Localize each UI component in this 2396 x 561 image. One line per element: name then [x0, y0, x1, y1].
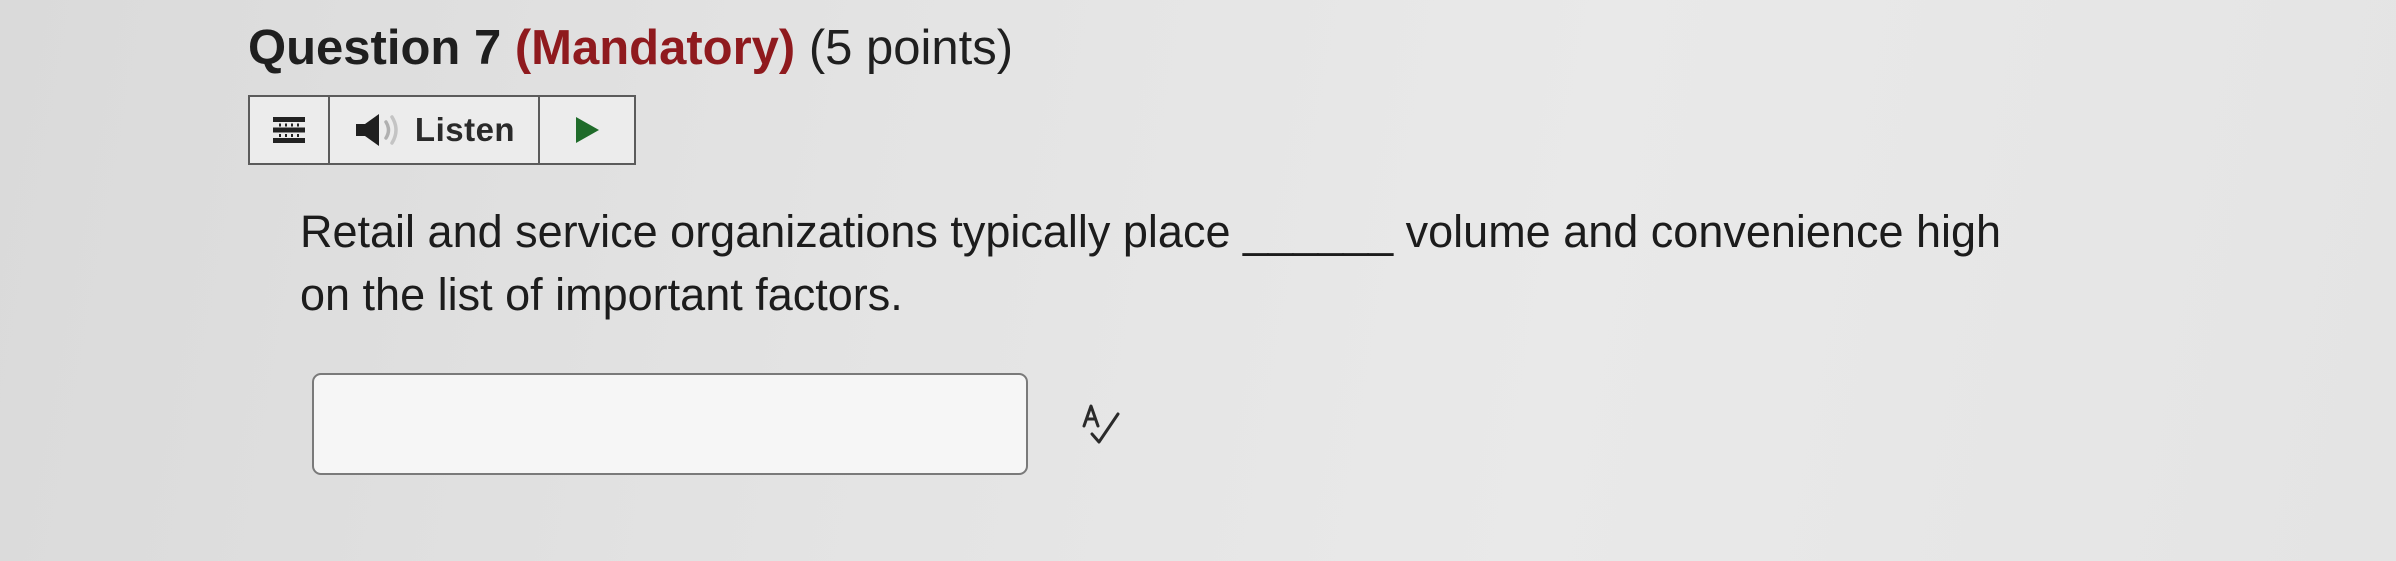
toolbar-menu-button[interactable]: [250, 97, 330, 163]
question-number: Question 7: [248, 21, 502, 75]
hamburger-menu-icon: [273, 117, 305, 143]
question-points: (5 points): [808, 21, 1014, 75]
quiz-question-page: Question 7 (Mandatory) (5 points) Listen…: [0, 0, 2396, 561]
listen-label: Listen: [414, 111, 516, 148]
spellcheck-icon[interactable]: [1076, 400, 1126, 450]
play-button[interactable]: [540, 97, 634, 163]
listen-toolbar: Listen: [248, 95, 636, 165]
answer-field[interactable]: [312, 373, 1028, 475]
question-prompt-line-1: Retail and service organizations typical…: [300, 206, 2002, 257]
speaker-icon: [355, 114, 398, 146]
play-icon: [576, 117, 599, 143]
question-prompt: Retail and service organizations typical…: [300, 200, 2120, 326]
listen-button[interactable]: Listen: [330, 97, 540, 163]
mandatory-indicator: (Mandatory): [514, 21, 796, 75]
question-prompt-line-2: on the list of important factors.: [300, 269, 903, 320]
question-heading: Question 7 (Mandatory) (5 points): [248, 18, 1013, 78]
